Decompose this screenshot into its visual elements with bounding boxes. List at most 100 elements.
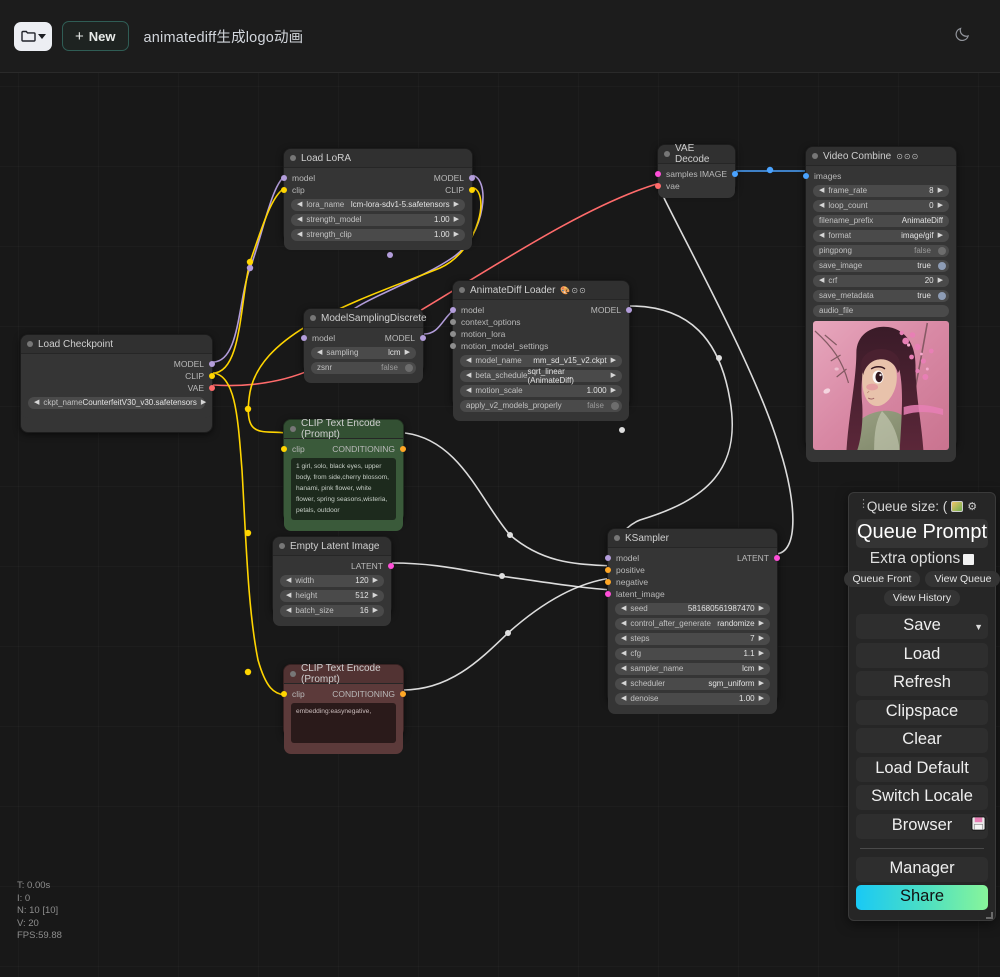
- resize-grip[interactable]: [986, 912, 993, 919]
- port-dot-clip-out[interactable]: [469, 187, 475, 193]
- widget-sampler-name[interactable]: ◀ sampler_name lcm ▶: [615, 662, 770, 675]
- collapse-dot-icon[interactable]: [310, 315, 316, 321]
- right-arrow-icon[interactable]: ▶: [454, 216, 459, 223]
- left-arrow-icon[interactable]: ◀: [286, 592, 291, 599]
- right-arrow-icon[interactable]: ▶: [938, 187, 943, 194]
- widget-model-name[interactable]: ◀ model_name mm_sd_v15_v2.ckpt ▶: [460, 354, 622, 367]
- collapse-dot-icon[interactable]: [459, 287, 465, 293]
- right-arrow-icon[interactable]: ▶: [405, 349, 410, 356]
- port-dot-clip[interactable]: [209, 373, 215, 379]
- left-arrow-icon[interactable]: ◀: [621, 605, 626, 612]
- port-dot-latent[interactable]: [388, 563, 394, 569]
- collapse-dot-icon[interactable]: [290, 671, 296, 677]
- widget-lora-name[interactable]: ◀ lora_name lcm-lora-sdv1-5.safetensors …: [291, 198, 465, 211]
- toggle-knob[interactable]: [611, 401, 619, 410]
- load-default-button[interactable]: Load Default: [856, 756, 988, 782]
- widget-filename-prefix[interactable]: filename_prefix AnimateDiff: [813, 214, 949, 227]
- output-port-model[interactable]: MODEL: [21, 358, 215, 370]
- widget-format[interactable]: ◀ format image/gif ▶: [813, 229, 949, 242]
- input-port-vae[interactable]: vae: [655, 180, 735, 192]
- negative-prompt-textarea[interactable]: embedding:easynegative,: [291, 703, 396, 743]
- floppy-disk-icon[interactable]: [971, 816, 986, 836]
- view-history-button[interactable]: View History: [883, 590, 961, 606]
- widget-frame-rate[interactable]: ◀ frame_rate 8 ▶: [813, 184, 949, 197]
- toggle-knob[interactable]: [405, 363, 413, 372]
- collapse-dot-icon[interactable]: [812, 153, 818, 159]
- right-arrow-icon[interactable]: ▶: [938, 232, 943, 239]
- right-arrow-icon[interactable]: ▶: [611, 387, 616, 394]
- switch-locale-button[interactable]: Switch Locale: [856, 785, 988, 810]
- port-dot-samples[interactable]: [655, 171, 661, 177]
- port-dot-latent-image[interactable]: [605, 591, 611, 597]
- port-dot-model-out[interactable]: [469, 175, 475, 181]
- right-arrow-icon[interactable]: ▶: [373, 577, 378, 584]
- left-arrow-icon[interactable]: ◀: [621, 650, 626, 657]
- widget-height[interactable]: ◀ height 512 ▶: [280, 589, 384, 602]
- widget-control-after-generate[interactable]: ◀ control_after_generate randomize ▶: [615, 617, 770, 630]
- left-arrow-icon[interactable]: ◀: [466, 372, 471, 379]
- output-port-latent[interactable]: LATENT: [273, 560, 394, 572]
- output-port-clip[interactable]: CLIP: [21, 370, 215, 382]
- port-dot-vae[interactable]: [655, 183, 661, 189]
- new-workflow-button[interactable]: + New: [62, 21, 129, 51]
- port-dot-motion-model-settings[interactable]: [450, 343, 456, 349]
- left-arrow-icon[interactable]: ◀: [819, 202, 824, 209]
- view-queue-button[interactable]: View Queue: [925, 571, 1000, 587]
- port-dot-model-out[interactable]: [626, 307, 632, 313]
- comfy-menu-panel[interactable]: ⋮ Queue size: ( ⚙ Queue Prompt Extra opt…: [843, 492, 1000, 921]
- port-dot-conditioning-out[interactable]: [400, 691, 406, 697]
- left-arrow-icon[interactable]: ◀: [34, 399, 39, 406]
- node-clip-text-encode-positive[interactable]: CLIP Text Encode (Prompt) clip CONDITION…: [281, 418, 406, 532]
- left-arrow-icon[interactable]: ◀: [317, 349, 322, 356]
- output-port-vae[interactable]: VAE: [21, 382, 215, 394]
- node-model-sampling-discrete[interactable]: ModelSamplingDiscrete model MODEL ◀ samp…: [301, 308, 427, 383]
- refresh-button[interactable]: Refresh: [856, 671, 988, 696]
- widget-steps[interactable]: ◀ steps 7 ▶: [615, 632, 770, 645]
- input-port-positive[interactable]: positive: [605, 564, 777, 576]
- toggle-knob[interactable]: [938, 291, 946, 300]
- left-arrow-icon[interactable]: ◀: [819, 232, 824, 239]
- node-ksampler[interactable]: KSampler model LATENT positive negative …: [605, 528, 780, 714]
- input-port-motion-lora[interactable]: motion_lora: [450, 328, 629, 340]
- widget-loop-count[interactable]: ◀ loop_count 0 ▶: [813, 199, 949, 212]
- port-dot-model-in[interactable]: [605, 555, 611, 561]
- widget-batch-size[interactable]: ◀ batch_size 16 ▶: [280, 604, 384, 617]
- input-port-images[interactable]: images: [803, 170, 956, 182]
- load-button[interactable]: Load: [856, 642, 988, 668]
- right-arrow-icon[interactable]: ▶: [611, 372, 616, 379]
- port-dot-model-out[interactable]: [420, 335, 426, 341]
- widget-save-image[interactable]: save_image true: [813, 259, 949, 272]
- port-dot-vae[interactable]: [209, 385, 215, 391]
- extra-options-checkbox[interactable]: [963, 553, 975, 565]
- io-row-clip[interactable]: clip CLIP: [281, 184, 475, 196]
- node-empty-latent-image[interactable]: Empty Latent Image LATENT ◀ width 120 ▶ …: [272, 536, 394, 626]
- port-dot-clip-in[interactable]: [281, 446, 287, 452]
- widget-denoise[interactable]: ◀ denoise 1.00 ▶: [615, 692, 770, 705]
- widget-width[interactable]: ◀ width 120 ▶: [280, 574, 384, 587]
- port-dot-context-options[interactable]: [450, 319, 456, 325]
- left-arrow-icon[interactable]: ◀: [621, 635, 626, 642]
- port-dot-clip-in[interactable]: [281, 691, 287, 697]
- widget-strength-clip[interactable]: ◀ strength_clip 1.00 ▶: [291, 228, 465, 241]
- port-dot-model[interactable]: [209, 361, 215, 367]
- port-dot-conditioning-out[interactable]: [400, 446, 406, 452]
- port-dot-motion-lora[interactable]: [450, 331, 456, 337]
- collapse-dot-icon[interactable]: [279, 543, 285, 549]
- right-arrow-icon[interactable]: ▶: [938, 202, 943, 209]
- widget-sampling[interactable]: ◀ sampling lcm ▶: [311, 346, 416, 359]
- port-dot-model-in[interactable]: [281, 175, 287, 181]
- collapse-dot-icon[interactable]: [614, 535, 620, 541]
- node-video-combine[interactable]: Video Combine ⊙⊙⊙ images ◀ frame_rate 8 …: [803, 146, 957, 462]
- port-dot-model-in[interactable]: [301, 335, 307, 341]
- right-arrow-icon[interactable]: ▶: [373, 607, 378, 614]
- collapse-dot-icon[interactable]: [664, 151, 670, 157]
- collapse-dot-icon[interactable]: [290, 155, 296, 161]
- video-preview[interactable]: [813, 321, 949, 450]
- widget-crf[interactable]: ◀ crf 20 ▶: [813, 274, 949, 287]
- port-dot-positive[interactable]: [605, 567, 611, 573]
- widget-pingpong[interactable]: pingpong false: [813, 244, 949, 257]
- io-row-samples-image[interactable]: samples IMAGE: [655, 168, 738, 180]
- node-clip-text-encode-negative[interactable]: CLIP Text Encode (Prompt) clip CONDITION…: [281, 663, 406, 754]
- left-arrow-icon[interactable]: ◀: [286, 607, 291, 614]
- share-button[interactable]: Share: [856, 885, 988, 910]
